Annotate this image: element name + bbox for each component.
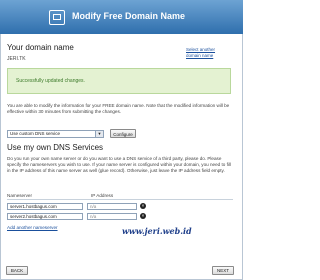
- table-divider: [7, 199, 233, 200]
- back-button[interactable]: BACK: [6, 266, 28, 275]
- nameserver-1-input[interactable]: server1.hostbagus.com: [7, 203, 83, 210]
- page-title: Modify Free Domain Name: [72, 11, 186, 21]
- router-icon: [49, 10, 65, 25]
- ip-address-column-header: IP Address: [91, 193, 114, 198]
- own-dns-description: Do you run your own name server or do yo…: [7, 156, 231, 173]
- next-button[interactable]: NEXT: [212, 266, 234, 275]
- ip-address-1-input[interactable]: n/a: [87, 203, 137, 210]
- header-bar: Modify Free Domain Name: [0, 0, 243, 34]
- domain-heading: Your domain name: [7, 43, 74, 52]
- dns-service-select[interactable]: Use custom DNS service ▼: [7, 130, 104, 138]
- nameserver-column-header: Nameserver: [7, 193, 33, 198]
- info-text: You are able to modify the information f…: [7, 103, 230, 114]
- remove-nameserver-2-icon[interactable]: ×: [140, 213, 146, 219]
- ip-address-2-input[interactable]: n/a: [87, 213, 137, 220]
- select-another-domain-link[interactable]: Select another domain name: [186, 47, 230, 59]
- configure-button[interactable]: Configure: [110, 129, 136, 138]
- dns-select-value: Use custom DNS service: [10, 131, 61, 136]
- own-dns-heading: Use my own DNS Services: [7, 143, 104, 152]
- add-nameserver-link[interactable]: Add another nameserver: [7, 225, 58, 230]
- success-message-box: Successfully updated changes.: [7, 68, 231, 94]
- remove-nameserver-1-icon[interactable]: ×: [140, 203, 146, 209]
- window-frame: [0, 0, 243, 280]
- domain-value: JERI.TK: [7, 56, 26, 62]
- watermark: www.jeri.web.id: [122, 226, 192, 236]
- success-message: Successfully updated changes.: [16, 78, 85, 84]
- chevron-down-icon[interactable]: ▼: [95, 131, 103, 137]
- nameserver-2-input[interactable]: server2.hostbagus.com: [7, 213, 83, 220]
